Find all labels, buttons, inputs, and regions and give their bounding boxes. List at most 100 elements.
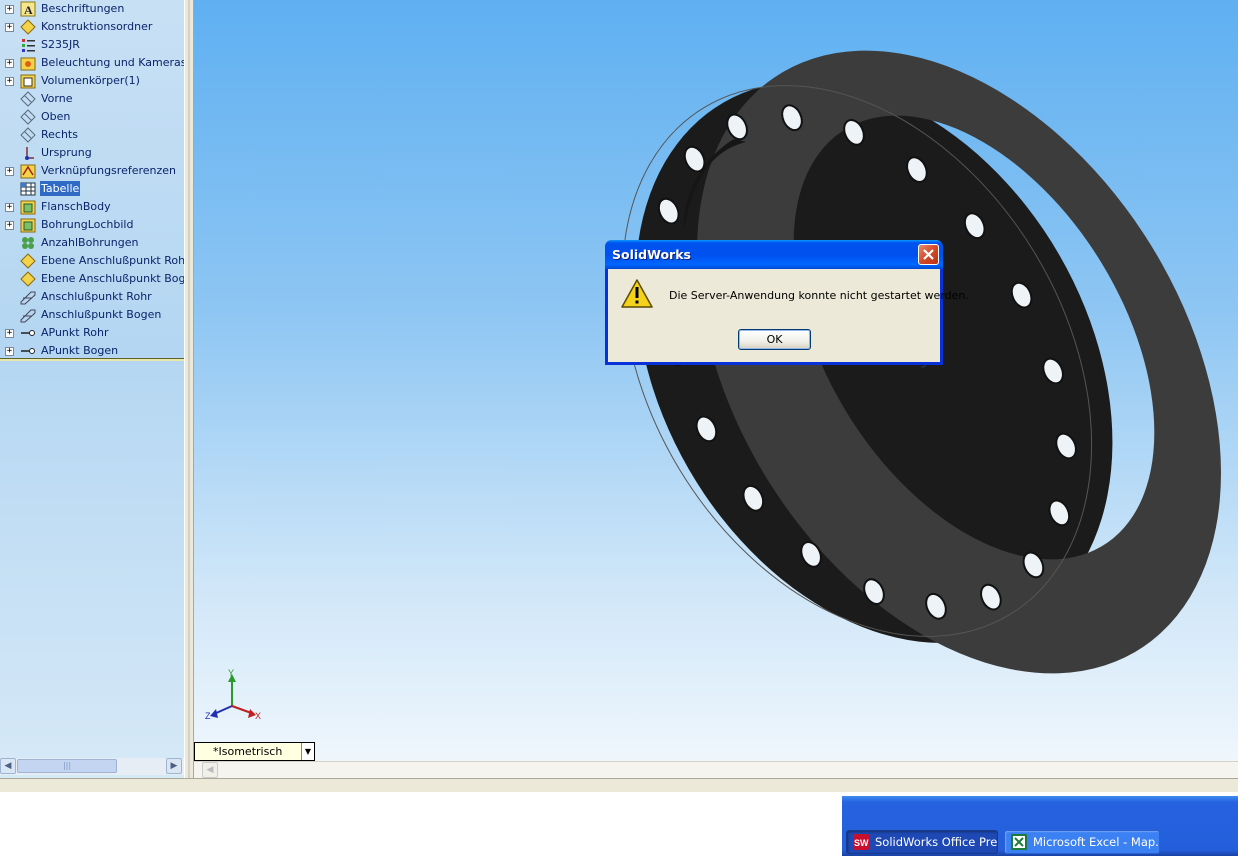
connection-point-icon <box>21 330 35 336</box>
tree-end-divider <box>0 358 184 361</box>
svg-text:A: A <box>24 3 33 17</box>
view-orientation-select[interactable]: *Isometrisch ▼ <box>194 742 315 761</box>
plane-icon <box>20 91 36 107</box>
flange-model[interactable] <box>194 0 1238 778</box>
tree-item-label: APunkt Rohr <box>41 326 109 339</box>
ref-plane-icon <box>20 271 36 287</box>
expand-icon[interactable]: + <box>5 59 14 68</box>
tree-item[interactable]: Ebene Anschlußpunkt Rohr <box>0 252 190 270</box>
taskbar-excel-button[interactable]: Microsoft Excel - Map... <box>1004 830 1160 854</box>
pattern-icon <box>22 237 34 249</box>
scroll-left-button[interactable]: ◀ <box>202 762 218 778</box>
expand-icon[interactable]: + <box>5 221 14 230</box>
tree-item[interactable]: Rechts <box>0 126 184 144</box>
panel-splitter[interactable] <box>184 0 194 778</box>
feature-icon <box>20 218 36 233</box>
mate-references-icon <box>20 164 36 179</box>
tree-item-label: Rechts <box>41 128 78 141</box>
ok-button[interactable]: OK <box>738 329 811 350</box>
taskbar-button-label: Microsoft Excel - Map... <box>1033 835 1160 849</box>
svg-text:SW: SW <box>854 838 869 848</box>
triad-y-label: Y <box>228 668 234 678</box>
tree-item-label: APunkt Bogen <box>41 344 119 357</box>
close-icon <box>923 249 934 260</box>
tree-item[interactable]: Anschlußpunkt Rohr <box>0 288 184 306</box>
close-button[interactable] <box>918 244 939 265</box>
taskbar-button-label: SolidWorks Office Pre... <box>875 835 998 849</box>
tree-item-label: Ebene Anschlußpunkt Bogen <box>41 272 200 285</box>
tree-item[interactable]: Vorne <box>0 90 184 108</box>
lights-cameras-icon <box>20 57 36 71</box>
expand-icon[interactable]: + <box>5 77 14 86</box>
feature-icon <box>20 200 36 215</box>
warning-icon <box>621 279 653 308</box>
tree-item[interactable]: + Volumenkörper(1) <box>0 72 184 90</box>
design-binder-icon <box>20 19 36 35</box>
tree-item-label: Oben <box>41 110 71 123</box>
tree-item[interactable]: + A Beschriftungen <box>0 0 184 18</box>
tree-item-label: BohrungLochbild <box>41 218 134 231</box>
tree-item[interactable]: Ursprung <box>0 144 184 162</box>
tree-horizontal-scrollbar[interactable]: ◀ ||| ▶ <box>0 758 184 775</box>
expand-icon[interactable]: + <box>5 203 14 212</box>
material-icon <box>22 39 35 52</box>
dialog-title: SolidWorks <box>612 247 691 262</box>
excel-icon <box>1011 834 1027 850</box>
graphics-area[interactable]: APunkt Bogen Y X Z *Isometrisch ▼ ◀ <box>194 0 1238 778</box>
triad-z-label: Z <box>205 711 211 721</box>
sketch-icon <box>20 309 36 323</box>
windows-taskbar: SW SolidWorks Office Pre... Microsoft Ex… <box>842 796 1238 856</box>
expand-icon[interactable]: + <box>5 23 14 32</box>
tree-item-label: AnzahlBohrungen <box>41 236 139 249</box>
dialog-titlebar[interactable]: SolidWorks <box>605 240 943 269</box>
tree-item[interactable]: + Beleuchtung und Kameras <box>0 54 187 72</box>
scroll-right-button[interactable]: ▶ <box>166 758 182 774</box>
plane-icon <box>20 109 36 125</box>
scroll-left-button[interactable]: ◀ <box>0 758 16 774</box>
tree-item[interactable]: + BohrungLochbild <box>0 216 184 234</box>
tree-item-label: Ursprung <box>41 146 92 159</box>
error-dialog: SolidWorks Die Server-Anwendung konnte n… <box>605 240 969 365</box>
dialog-message: Die Server-Anwendung konnte nicht gestar… <box>669 289 969 302</box>
tree-item-label: Anschlußpunkt Rohr <box>41 290 152 303</box>
tree-item-label: Beschriftungen <box>41 2 125 15</box>
sketch-icon <box>20 291 36 305</box>
design-table-icon <box>20 182 36 196</box>
plane-icon <box>20 127 36 143</box>
tree-item-label: Vorne <box>41 92 73 105</box>
tree-item-label: Volumenkörper(1) <box>41 74 140 87</box>
taskbar-solidworks-button[interactable]: SW SolidWorks Office Pre... <box>846 830 998 854</box>
tree-item-label: Konstruktionsordner <box>41 20 153 33</box>
viewport-horizontal-scrollbar[interactable]: ◀ <box>194 761 1238 778</box>
tree-item[interactable]: + Konstruktionsordner <box>0 18 184 36</box>
tree-item[interactable]: AnzahlBohrungen <box>0 234 184 252</box>
tree-item[interactable]: Tabelle <box>0 180 184 198</box>
tree-item[interactable]: Oben <box>0 108 184 126</box>
tree-item-label: S235JR <box>41 38 80 51</box>
scroll-thumb[interactable]: ||| <box>17 759 117 773</box>
expand-icon[interactable]: + <box>5 347 14 356</box>
triad-x-label: X <box>255 711 261 721</box>
expand-icon[interactable]: + <box>5 5 14 14</box>
status-bar <box>0 778 1238 792</box>
tree-item-label: Beleuchtung und Kameras <box>41 56 187 69</box>
tree-item-label: Verknüpfungsreferenzen <box>41 164 177 177</box>
tree-item-label: Tabelle <box>40 181 81 196</box>
tree-item-label: Ebene Anschlußpunkt Rohr <box>41 254 190 267</box>
tree-item-label: FlanschBody <box>41 200 111 213</box>
view-orientation-value: *Isometrisch <box>213 745 283 758</box>
tree-item[interactable]: S235JR <box>0 36 184 54</box>
tree-item[interactable]: Ebene Anschlußpunkt Bogen <box>0 270 199 288</box>
expand-icon[interactable]: + <box>5 329 14 338</box>
tree-item[interactable]: Anschlußpunkt Bogen <box>0 306 184 324</box>
expand-icon[interactable]: + <box>5 167 14 176</box>
solidworks-icon: SW <box>853 834 869 850</box>
tree-item[interactable]: + APunkt Rohr <box>0 324 184 342</box>
chevron-down-icon[interactable]: ▼ <box>301 743 314 760</box>
feature-manager-tree: + A Beschriftungen + Konstruktionsordner S235… <box>0 0 199 778</box>
tree-item[interactable]: + Verknüpfungsreferenzen <box>0 162 184 180</box>
tree-item[interactable]: + FlanschBody <box>0 198 184 216</box>
tree-item-label: Anschlußpunkt Bogen <box>41 308 162 321</box>
annotations-icon: A <box>20 1 36 17</box>
connection-point-icon <box>21 348 35 354</box>
